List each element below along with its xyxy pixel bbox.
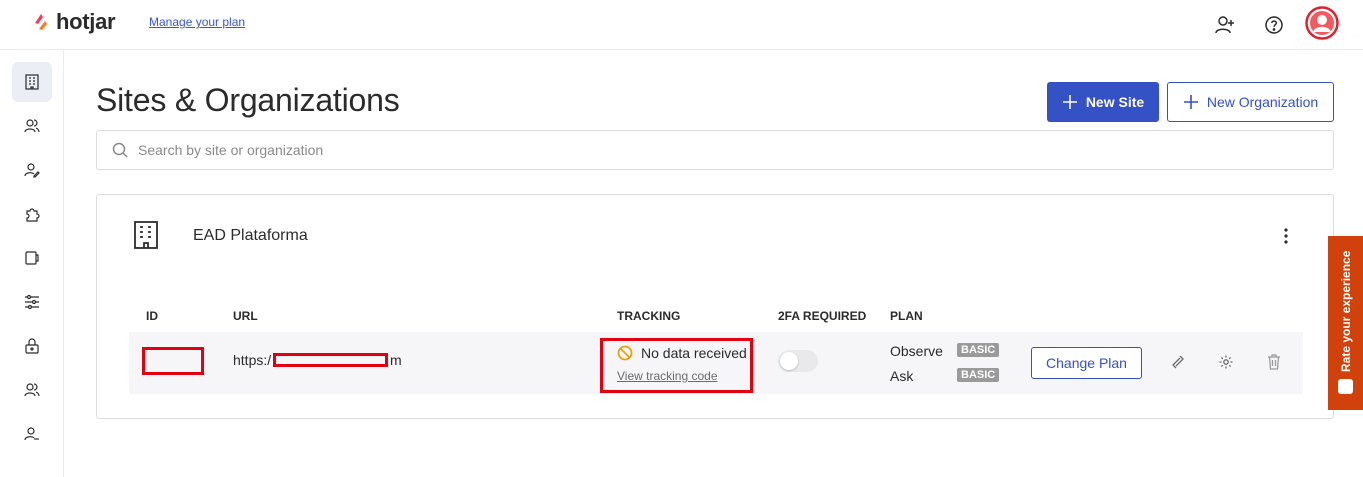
user-settings-icon [24, 427, 39, 441]
more-options-icon[interactable] [1277, 225, 1295, 247]
plan-badge-observe: BASIC [957, 343, 1000, 357]
toggle-knob [780, 352, 798, 370]
transfer-icon[interactable] [1168, 352, 1188, 372]
user-edit-icon [24, 163, 40, 178]
sidebar-item-team[interactable] [12, 370, 52, 410]
site-url-prefix: https:/ [233, 352, 272, 368]
site-id-redacted [142, 347, 204, 375]
sidebar-item-settings[interactable] [12, 282, 52, 322]
column-header-id: ID [146, 309, 158, 323]
sidebar-item-users[interactable] [12, 106, 52, 146]
top-bar: hotjar Manage your plan [0, 0, 1363, 50]
plus-icon [1062, 95, 1077, 109]
2fa-toggle[interactable] [778, 350, 818, 372]
building-icon [25, 74, 39, 90]
sidebar-item-integrations[interactable] [12, 194, 52, 234]
sliders-icon [25, 294, 39, 310]
sidebar-item-devices[interactable] [12, 238, 52, 278]
sidebar-item-sites[interactable] [12, 62, 52, 102]
tracking-status: No data received [617, 345, 747, 361]
plan-name-ask: Ask [890, 368, 914, 384]
new-site-label: New Site [1085, 94, 1145, 110]
column-header-url: URL [233, 309, 258, 323]
new-organization-button[interactable]: New Organization [1167, 82, 1334, 122]
trash-icon[interactable] [1264, 352, 1284, 372]
column-header-plan: PLAN [890, 309, 923, 323]
feedback-face-icon [1338, 379, 1353, 394]
lock-icon [25, 338, 39, 354]
organization-name: EAD Plataforma [193, 227, 308, 244]
change-plan-button[interactable]: Change Plan [1031, 347, 1142, 379]
users-icon [24, 119, 40, 133]
new-site-button[interactable]: New Site [1047, 82, 1159, 122]
add-user-icon[interactable] [1210, 10, 1240, 40]
help-icon[interactable] [1259, 10, 1289, 40]
search-bar[interactable] [96, 130, 1334, 170]
tracking-status-text: No data received [641, 345, 747, 361]
hotjar-logo[interactable]: hotjar [32, 9, 116, 35]
sidebar-item-user-edit[interactable] [12, 150, 52, 190]
sidebar [0, 50, 64, 477]
page-title: Sites & Organizations [96, 82, 400, 118]
plus-icon [1183, 95, 1198, 109]
site-url-redacted [273, 353, 388, 367]
new-organization-label: New Organization [1206, 94, 1319, 110]
plan-name-observe: Observe [890, 343, 943, 359]
column-header-2fa: 2FA REQUIRED [778, 309, 867, 323]
avatar[interactable] [1305, 6, 1339, 40]
rate-experience-tab[interactable]: Rate your experience [1328, 236, 1363, 410]
gear-icon[interactable] [1216, 352, 1236, 372]
search-input[interactable] [138, 142, 1288, 158]
device-icon [25, 251, 39, 265]
view-tracking-code-link[interactable]: View tracking code [617, 369, 718, 383]
plan-badge-ask: BASIC [957, 368, 1000, 382]
no-data-icon [617, 345, 633, 361]
column-header-tracking: TRACKING [617, 309, 681, 323]
puzzle-icon [26, 208, 40, 222]
building-icon [134, 221, 158, 249]
team-icon [24, 383, 40, 397]
organization-card: EAD Plataforma ID URL TRACKING 2FA REQUI… [96, 194, 1334, 419]
manage-plan-link[interactable]: Manage your plan [149, 15, 245, 29]
sidebar-item-security[interactable] [12, 326, 52, 366]
search-icon [112, 142, 128, 158]
hotjar-flame-icon [35, 14, 47, 30]
logo-text: hotjar [56, 9, 116, 34]
site-url-suffix: m [390, 352, 402, 368]
sidebar-item-account[interactable] [12, 414, 52, 454]
